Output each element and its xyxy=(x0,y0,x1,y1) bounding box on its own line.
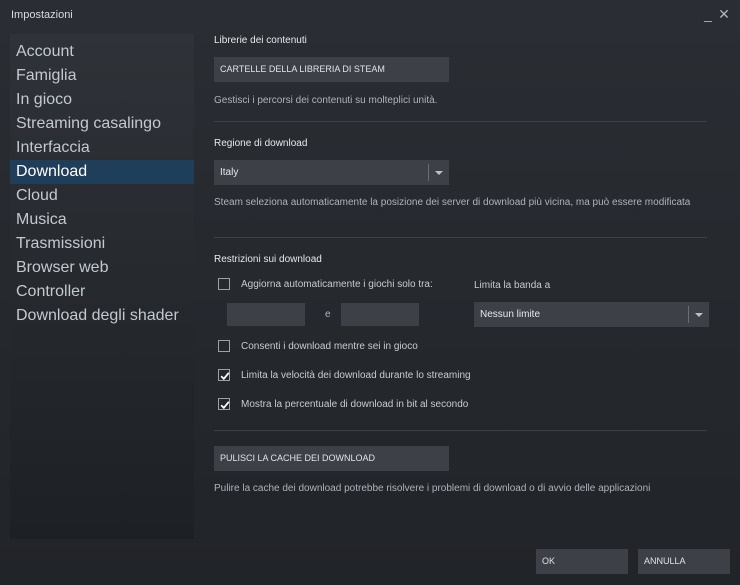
section-title-restrictions: Restrizioni sui download xyxy=(214,254,322,265)
check-icon xyxy=(220,401,230,410)
section-title-region: Regione di download xyxy=(214,138,308,149)
sidebar-item-browser-web[interactable]: Browser web xyxy=(10,256,194,280)
chevron-down-icon xyxy=(695,313,703,317)
bandwidth-label: Limita la banda a xyxy=(474,280,551,291)
sidebar-item-famiglia[interactable]: Famiglia xyxy=(10,64,194,88)
minimize-icon[interactable]: _ xyxy=(701,6,715,22)
limit-streaming-checkbox[interactable] xyxy=(218,369,230,381)
divider xyxy=(214,430,707,431)
settings-content: Librerie dei contenuti CARTELLE DELLA LI… xyxy=(195,30,728,539)
window-title: Impostazioni xyxy=(11,9,73,21)
allow-in-game-label: Consenti i download mentre sei in gioco xyxy=(241,341,418,352)
sidebar-item-account[interactable]: Account xyxy=(10,40,194,64)
ok-button[interactable]: OK xyxy=(536,549,628,574)
show-bits-label: Mostra la percentuale di download in bit… xyxy=(241,399,469,410)
cache-description: Pulire la cache dei download potrebbe ri… xyxy=(214,483,651,494)
bandwidth-select[interactable]: Nessun limite xyxy=(474,302,709,327)
auto-update-end-input[interactable] xyxy=(341,303,419,326)
close-icon[interactable]: ✕ xyxy=(717,6,731,22)
sidebar: Account Famiglia In gioco Streaming casa… xyxy=(10,34,194,539)
allow-in-game-checkbox[interactable] xyxy=(218,340,230,352)
sidebar-item-musica[interactable]: Musica xyxy=(10,208,194,232)
sidebar-item-controller[interactable]: Controller xyxy=(10,280,194,304)
sidebar-item-trasmissioni[interactable]: Trasmissioni xyxy=(10,232,194,256)
auto-update-label: Aggiorna automaticamente i giochi solo t… xyxy=(241,279,433,290)
footer xyxy=(0,539,740,585)
limit-streaming-label: Limita la velocità dei download durante … xyxy=(241,370,471,381)
clear-cache-button[interactable]: PULISCI LA CACHE DEI DOWNLOAD xyxy=(214,446,449,471)
sidebar-item-download[interactable]: Download xyxy=(10,160,194,184)
sidebar-item-in-gioco[interactable]: In gioco xyxy=(10,88,194,112)
library-folders-button[interactable]: CARTELLE DELLA LIBRERIA DI STEAM xyxy=(214,57,449,82)
libraries-description: Gestisci i percorsi dei contenuti su mol… xyxy=(214,95,438,106)
and-label: e xyxy=(325,309,331,320)
cancel-button[interactable]: ANNULLA xyxy=(638,549,730,574)
show-bits-checkbox[interactable] xyxy=(218,398,230,410)
chevron-down-icon xyxy=(435,171,443,175)
download-region-value: Italy xyxy=(220,167,239,178)
sidebar-item-interfaccia[interactable]: Interfaccia xyxy=(10,136,194,160)
select-separator xyxy=(428,164,429,181)
title-bar: Impostazioni _ ✕ xyxy=(0,0,740,30)
region-description: Steam seleziona automaticamente la posiz… xyxy=(214,197,691,208)
check-icon xyxy=(220,372,230,381)
auto-update-checkbox[interactable] xyxy=(218,278,230,290)
sidebar-item-streaming-casalingo[interactable]: Streaming casalingo xyxy=(10,112,194,136)
section-title-libraries: Librerie dei contenuti xyxy=(214,35,307,46)
divider xyxy=(214,121,707,122)
divider xyxy=(214,237,707,238)
bandwidth-value: Nessun limite xyxy=(480,309,541,320)
select-separator xyxy=(688,306,689,323)
settings-window: Impostazioni _ ✕ Account Famiglia In gio… xyxy=(0,0,740,585)
sidebar-item-download-shader[interactable]: Download degli shader xyxy=(10,304,194,328)
download-region-select[interactable]: Italy xyxy=(214,160,449,185)
auto-update-start-input[interactable] xyxy=(227,303,305,326)
sidebar-item-cloud[interactable]: Cloud xyxy=(10,184,194,208)
